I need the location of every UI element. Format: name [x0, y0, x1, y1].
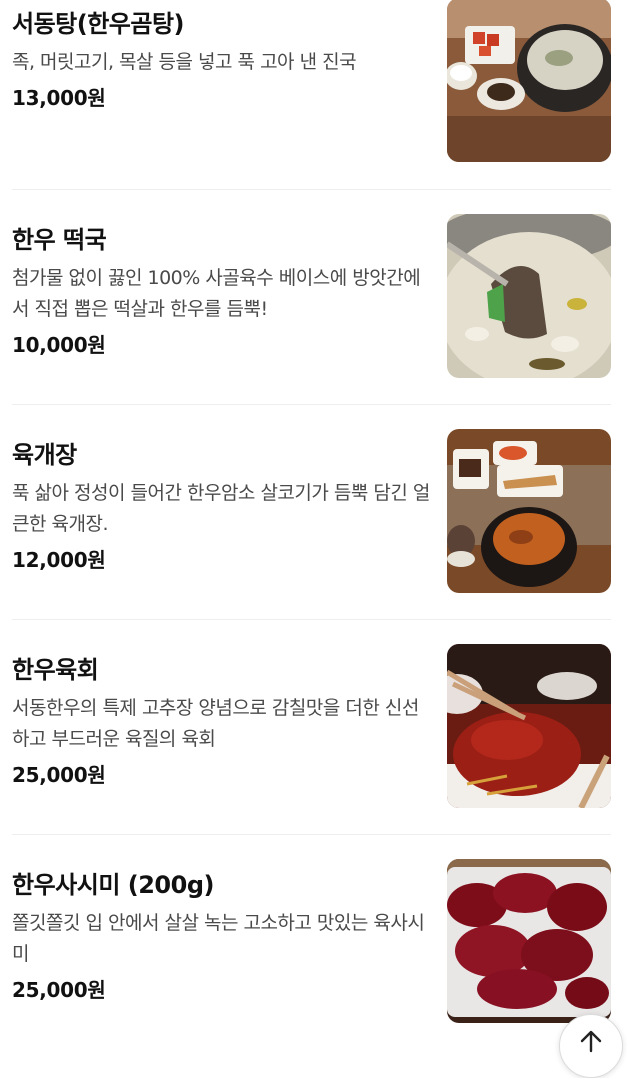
menu-item-text: 한우사시미 (200g) 쫄깃쫄깃 입 안에서 살살 녹는 고소하고 맛있는 육… [12, 869, 432, 1005]
menu-item-price: 10,000원 [12, 333, 106, 357]
menu-item-description: 쫄깃쫄깃 입 안에서 살살 녹는 고소하고 맛있는 육사시미 [12, 912, 425, 965]
menu-item-name: 한우사시미 (200g) [12, 871, 214, 899]
menu-item[interactable]: 한우 떡국 첨가물 없이 끓인 100% 사골육수 베이스에 방앗간에서 직접 … [12, 189, 611, 404]
gomtang-photo[interactable] [447, 0, 611, 162]
arrow-up-icon [580, 1030, 602, 1053]
menu-item[interactable]: 서동탕(한우곰탕) 족, 머릿고기, 목살 등을 넣고 푹 고아 낸 진국 13… [12, 0, 611, 189]
menu-item-text: 육개장 푹 삶아 정성이 들어간 한우암소 살코기가 듬뿍 담긴 얼큰한 육개장… [12, 439, 432, 575]
menu-item[interactable]: 육개장 푹 삶아 정성이 들어간 한우암소 살코기가 듬뿍 담긴 얼큰한 육개장… [12, 404, 611, 619]
menu-item-description: 서동한우의 특제 고추장 양념으로 감칠맛을 더한 신선하고 부드러운 육질의 … [12, 697, 419, 750]
menu-item-price: 25,000원 [12, 978, 106, 1002]
menu-item-description: 첨가물 없이 끓인 100% 사골육수 베이스에 방앗간에서 직접 뽑은 떡살과… [12, 267, 421, 320]
menu-item-price: 13,000원 [12, 86, 106, 110]
scroll-top-button[interactable] [559, 1014, 623, 1078]
menu-item[interactable]: 한우사시미 (200g) 쫄깃쫄깃 입 안에서 살살 녹는 고소하고 맛있는 육… [12, 834, 611, 1049]
menu-item-text: 한우육회 서동한우의 특제 고추장 양념으로 감칠맛을 더한 신선하고 부드러운… [12, 654, 432, 790]
menu-item-description: 푹 삶아 정성이 들어간 한우암소 살코기가 듬뿍 담긴 얼큰한 육개장. [12, 482, 430, 535]
menu-item-name: 한우 떡국 [12, 226, 107, 254]
menu-list: 서동탕(한우곰탕) 족, 머릿고기, 목살 등을 넣고 푹 고아 낸 진국 13… [0, 0, 627, 1049]
menu-item-name: 육개장 [12, 441, 77, 469]
sashimi-photo[interactable] [447, 859, 611, 1023]
menu-item[interactable]: 한우육회 서동한우의 특제 고추장 양념으로 감칠맛을 더한 신선하고 부드러운… [12, 619, 611, 834]
menu-item-price: 12,000원 [12, 548, 106, 572]
menu-item-name: 한우육회 [12, 656, 99, 684]
menu-item-price: 25,000원 [12, 763, 106, 787]
tteokguk-photo[interactable] [447, 214, 611, 378]
menu-item-text: 서동탕(한우곰탕) 족, 머릿고기, 목살 등을 넣고 푹 고아 낸 진국 13… [12, 8, 432, 113]
yukgaejang-photo[interactable] [447, 429, 611, 593]
yukhoe-photo[interactable] [447, 644, 611, 808]
menu-item-name: 서동탕(한우곰탕) [12, 10, 185, 38]
menu-item-text: 한우 떡국 첨가물 없이 끓인 100% 사골육수 베이스에 방앗간에서 직접 … [12, 224, 432, 360]
menu-item-description: 족, 머릿고기, 목살 등을 넣고 푹 고아 낸 진국 [12, 51, 357, 73]
